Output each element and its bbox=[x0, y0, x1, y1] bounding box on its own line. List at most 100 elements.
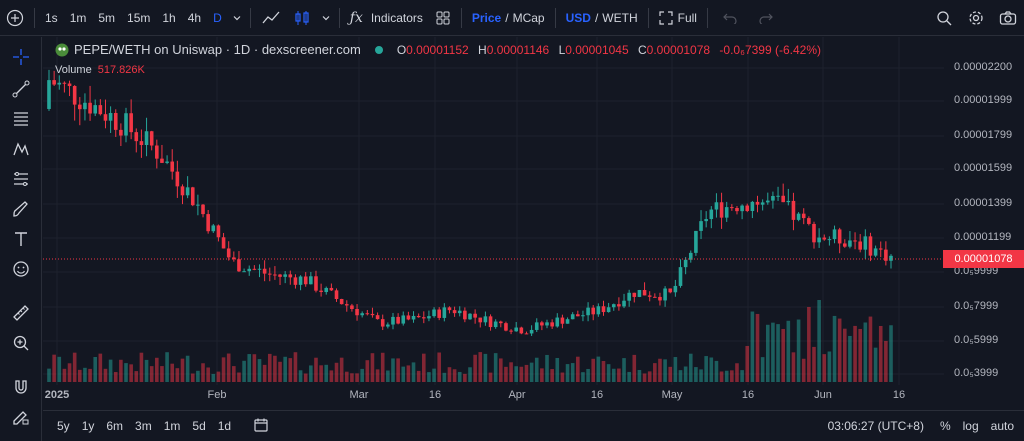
candle-body bbox=[627, 292, 631, 301]
volume-bar bbox=[473, 354, 477, 382]
candle-body bbox=[822, 237, 827, 240]
volume-bar bbox=[350, 373, 354, 382]
interval-1s[interactable]: 1s bbox=[39, 0, 64, 36]
price-chart[interactable] bbox=[43, 37, 944, 385]
volume-bar bbox=[730, 370, 734, 382]
open-value: 0.00001152 bbox=[406, 42, 469, 57]
clock[interactable]: 03:06:27 (UTC+8) bbox=[822, 419, 930, 433]
crosshair-tool[interactable] bbox=[0, 43, 42, 71]
interval-1m[interactable]: 1m bbox=[64, 0, 93, 36]
smiley-icon bbox=[13, 261, 29, 277]
date-range-button[interactable] bbox=[247, 417, 275, 436]
candles bbox=[47, 69, 893, 337]
price-tick: 0.00001999 bbox=[954, 94, 1013, 106]
volume-bar bbox=[360, 368, 364, 382]
volume-bar bbox=[596, 356, 601, 382]
volume-bar bbox=[719, 371, 724, 382]
layouts-button[interactable] bbox=[429, 0, 457, 36]
auto-toggle[interactable]: auto bbox=[985, 419, 1020, 433]
fullscreen-button[interactable]: Full bbox=[653, 0, 703, 36]
candle-body bbox=[452, 310, 457, 314]
volume-bar bbox=[483, 353, 488, 382]
volume-bar bbox=[386, 370, 390, 382]
pair-title: PEPE/WETH on Uniswap · 1D · dexscreener.… bbox=[74, 42, 361, 57]
emoji-tool[interactable] bbox=[0, 255, 42, 283]
candle-body bbox=[242, 271, 246, 273]
zoom-tool[interactable] bbox=[0, 329, 42, 357]
volume-bar bbox=[812, 346, 816, 382]
range-5d[interactable]: 5d bbox=[186, 419, 211, 433]
candle-body bbox=[267, 273, 272, 275]
redo-button[interactable] bbox=[748, 0, 784, 36]
candle-body bbox=[694, 230, 698, 253]
candles-button[interactable] bbox=[287, 0, 317, 36]
lock-drawings-tool[interactable] bbox=[0, 403, 42, 431]
volume-bar bbox=[642, 373, 647, 382]
candle-body bbox=[878, 248, 883, 250]
divider bbox=[706, 7, 708, 28]
range-1d[interactable]: 1d bbox=[212, 419, 237, 433]
range-5y[interactable]: 5y bbox=[51, 419, 76, 433]
screenshot-button[interactable] bbox=[992, 0, 1024, 36]
line-chart-button[interactable] bbox=[255, 0, 287, 36]
undo-button[interactable] bbox=[712, 0, 748, 36]
change-value: -0.0₆7399 (-6.42%) bbox=[719, 42, 821, 57]
text-tool[interactable] bbox=[0, 225, 42, 253]
candle-body bbox=[719, 202, 724, 218]
fib-tool[interactable] bbox=[0, 105, 42, 133]
time-axis[interactable]: 2025 Feb Mar 16 Apr 16 May 16 Jun 16 bbox=[43, 385, 944, 407]
candle-body bbox=[298, 276, 303, 285]
price-tick: 0.00001799 bbox=[954, 129, 1013, 141]
volume-bar bbox=[637, 369, 642, 382]
range-3m[interactable]: 3m bbox=[129, 419, 158, 433]
interval-dropdown[interactable] bbox=[228, 0, 246, 36]
range-1y[interactable]: 1y bbox=[76, 419, 101, 433]
interval-1h[interactable]: 1h bbox=[156, 0, 181, 36]
candle-body bbox=[873, 248, 878, 256]
candle-body bbox=[699, 221, 703, 231]
volume-bar bbox=[103, 368, 108, 382]
brush-tool[interactable] bbox=[0, 195, 42, 223]
volume-bar bbox=[72, 352, 77, 382]
price-tick: 0.00002200 bbox=[954, 61, 1013, 73]
pattern-tool[interactable] bbox=[0, 135, 42, 163]
volume-bar bbox=[735, 363, 739, 382]
range-1m[interactable]: 1m bbox=[158, 419, 187, 433]
candle-body bbox=[93, 105, 98, 114]
measure-tool[interactable] bbox=[0, 299, 42, 327]
interval-15m[interactable]: 15m bbox=[121, 0, 156, 36]
chart-type-dropdown[interactable] bbox=[317, 0, 335, 36]
interval-5m[interactable]: 5m bbox=[92, 0, 121, 36]
add-symbol-button[interactable] bbox=[0, 0, 30, 36]
projection-tool[interactable] bbox=[0, 165, 42, 193]
quick-search-button[interactable] bbox=[928, 0, 960, 36]
candle-body bbox=[185, 187, 190, 196]
candle-body bbox=[842, 243, 847, 247]
price-mcap-toggle[interactable]: Price / MCap bbox=[466, 0, 551, 36]
interval-D[interactable]: D bbox=[207, 0, 228, 36]
volume-bar bbox=[288, 358, 293, 382]
volume-bar bbox=[303, 373, 308, 382]
volume-bar bbox=[252, 354, 257, 382]
volume-bar bbox=[688, 353, 693, 382]
percent-toggle[interactable]: % bbox=[934, 419, 957, 433]
log-toggle[interactable]: log bbox=[957, 419, 985, 433]
candle-body bbox=[421, 317, 426, 319]
price-axis[interactable]: 0.00002200 0.00001999 0.00001799 0.00001599… bbox=[944, 37, 1024, 385]
candle-body bbox=[72, 86, 77, 105]
volume-bar bbox=[406, 365, 411, 382]
volume-bar bbox=[319, 365, 323, 382]
volume-bar bbox=[822, 354, 827, 382]
magnet-tool[interactable] bbox=[0, 373, 42, 401]
trend-line-tool[interactable] bbox=[0, 75, 42, 103]
indicators-button[interactable]: ƒx Indicators bbox=[344, 0, 429, 36]
magnet-icon bbox=[15, 380, 27, 394]
interval-4h[interactable]: 4h bbox=[182, 0, 207, 36]
volume-bar bbox=[678, 370, 683, 382]
settings-button[interactable] bbox=[960, 0, 992, 36]
currency-toggle[interactable]: USD / WETH bbox=[560, 0, 644, 36]
volume-bar bbox=[226, 353, 231, 382]
range-6m[interactable]: 6m bbox=[100, 419, 129, 433]
line-chart-icon bbox=[262, 11, 280, 23]
candle-body bbox=[801, 213, 806, 219]
